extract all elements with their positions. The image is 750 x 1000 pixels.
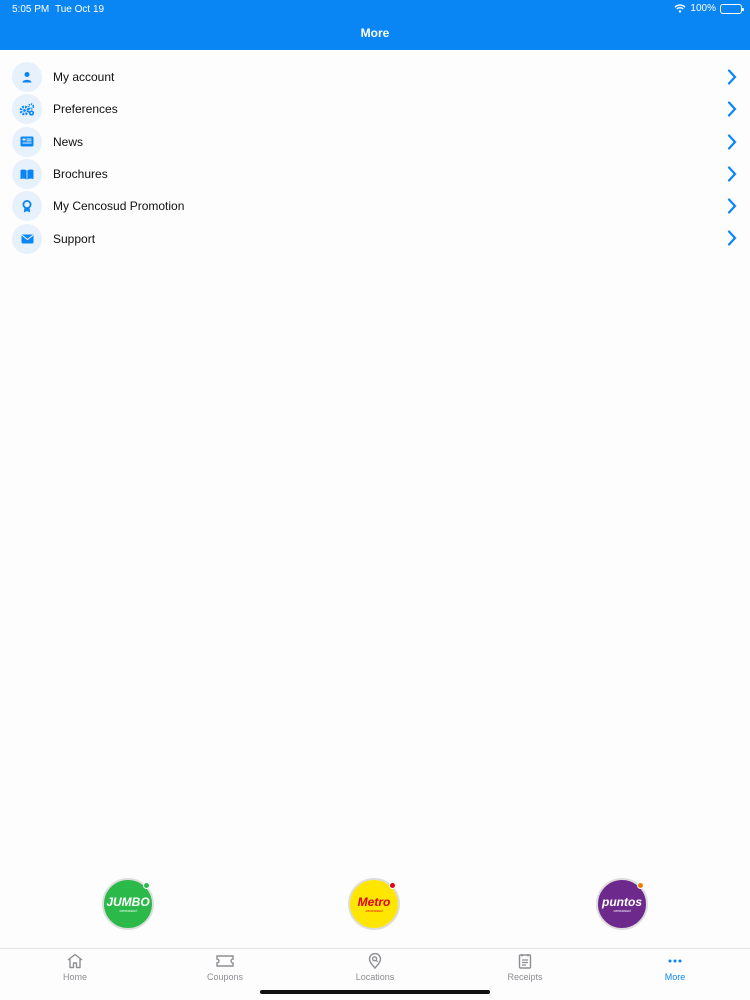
ellipsis-icon [668,959,682,963]
menu-item-label: Brochures [53,167,108,182]
brand-shortcuts: JUMBO cencosud Metro cencosud puntos cen… [0,878,750,932]
page-title: More [360,26,390,40]
battery-percent: 100% [690,3,716,14]
tab-label: Coupons [206,972,244,982]
envelope-icon [12,223,42,254]
chevron-right-icon [727,69,737,85]
notification-dot [389,882,396,889]
gears-icon [12,94,42,125]
house-icon [67,953,83,969]
more-menu: My account Preferences News Brochures My… [0,61,750,255]
map-pin-search-icon [368,953,382,969]
ticket-icon [216,955,234,967]
tab-label: More [664,972,686,982]
menu-item-support[interactable]: Support [0,222,750,254]
tab-label: Home [62,972,87,982]
menu-item-my-cencosud-promotion[interactable]: My Cencosud Promotion [0,190,750,222]
tab-label: Receipts [507,972,543,982]
chevron-right-icon [727,133,737,150]
top-bar: 5:05 PM Tue Oct 19 100% More [0,0,750,50]
tab-receipts[interactable]: Receipts [475,953,575,982]
jumbo-logo-button[interactable]: JUMBO cencosud [102,878,154,930]
tab-coupons[interactable]: Coupons [175,953,275,982]
chevron-right-icon [727,198,737,214]
brand-sub: cencosud [119,907,137,913]
brand-name: Metro [357,894,391,909]
award-icon [12,191,42,222]
chevron-right-icon [727,101,737,117]
menu-item-label: Preferences [53,102,118,117]
status-date: Tue Oct 19 [55,4,105,15]
metro-logo-button[interactable]: Metro cencosud [348,878,400,930]
tab-label: Locations [355,972,395,982]
menu-item-my-account[interactable]: My account [0,61,750,93]
person-icon [12,62,42,93]
receipt-icon [518,954,532,969]
menu-item-label: News [53,134,84,149]
brand-sub: cencosud [613,907,631,913]
home-indicator[interactable] [260,990,490,994]
battery-icon [720,3,744,14]
brand-sub: cencosud [365,907,383,913]
chevron-right-icon [727,230,737,247]
notification-dot [637,882,644,889]
status-time: 5:05 PM [12,4,50,15]
puntos-logo-button[interactable]: puntos cencosud [596,878,648,930]
menu-item-preferences[interactable]: Preferences [0,93,750,125]
tab-locations[interactable]: Locations [325,953,425,982]
menu-item-label: Support [53,231,96,246]
menu-item-brochures[interactable]: Brochures [0,158,750,190]
notification-dot [143,882,150,889]
menu-item-label: My account [53,70,115,85]
brand-name: puntos [602,894,642,909]
menu-item-news[interactable]: News [0,126,750,158]
brand-name: JUMBO [106,894,150,909]
book-icon [12,159,42,190]
menu-item-label: My Cencosud Promotion [53,199,185,214]
chevron-right-icon [727,166,737,182]
tab-more[interactable]: More [625,953,725,982]
newspaper-icon [12,126,42,157]
status-right: 100% [674,3,744,14]
wifi-icon [674,4,686,13]
tab-home[interactable]: Home [25,953,125,982]
more-screen: 5:05 PM Tue Oct 19 100% More My account [0,0,750,1000]
